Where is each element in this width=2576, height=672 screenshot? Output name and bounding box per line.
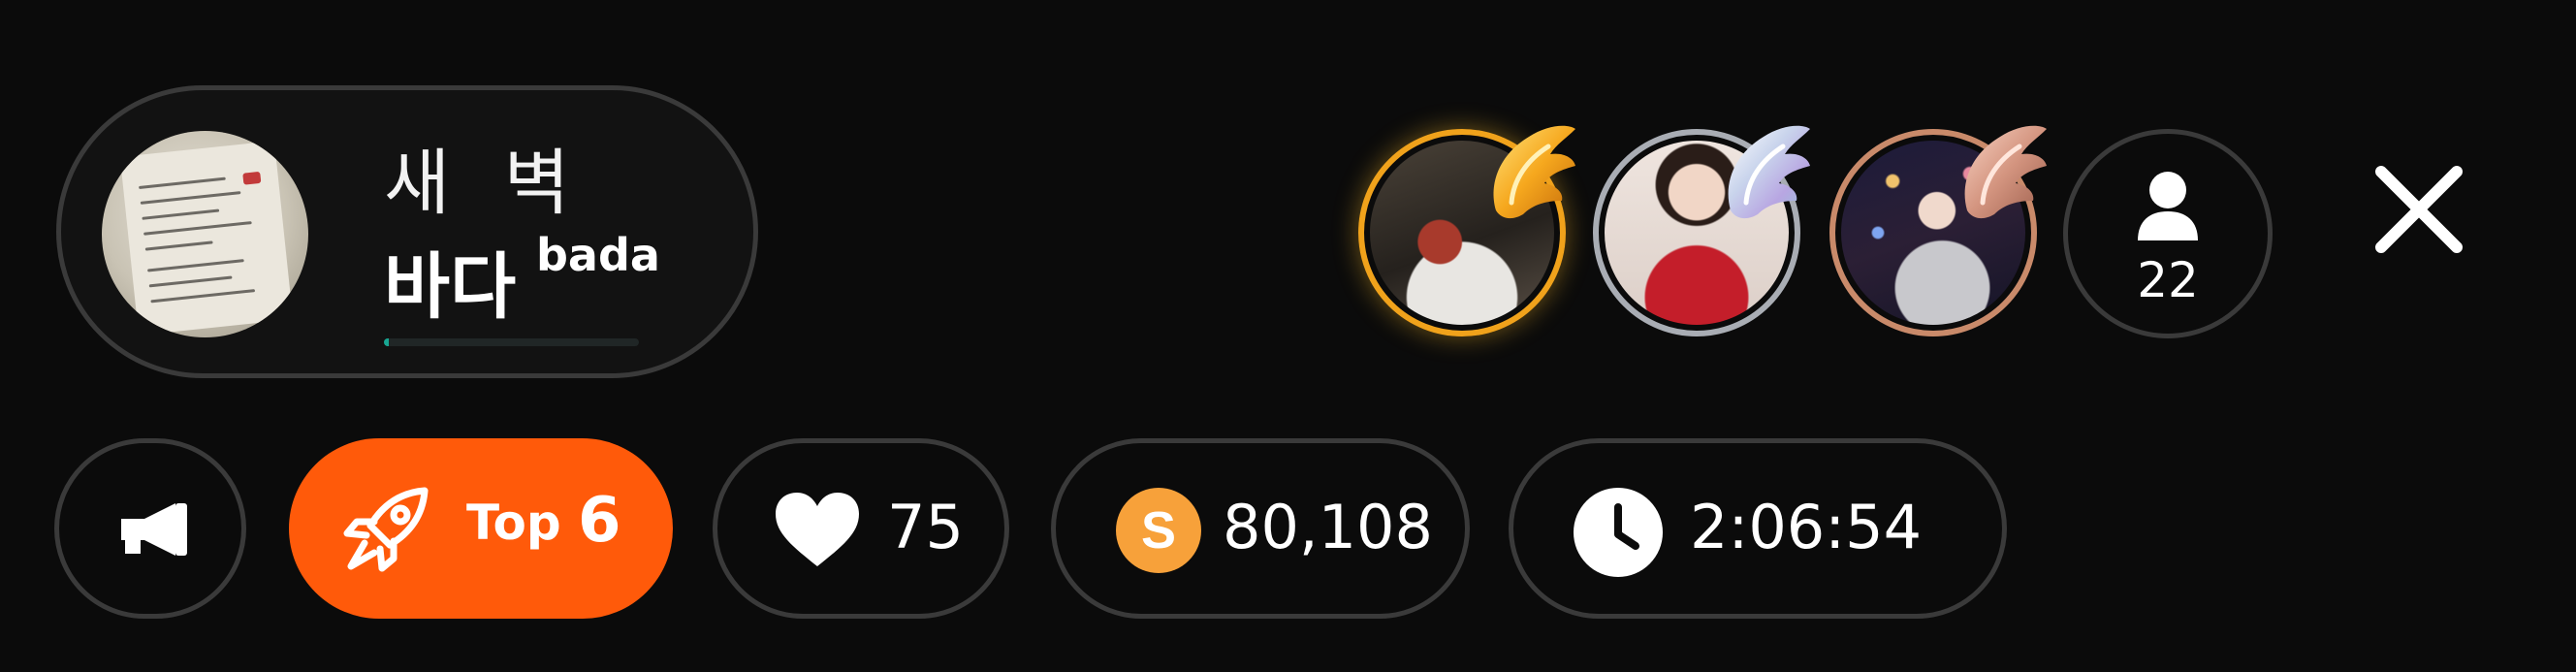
- rank-value: 6: [578, 485, 621, 557]
- likes-count: 75: [887, 492, 964, 562]
- bronze-wing-icon: [1964, 125, 2047, 219]
- person-icon: [2138, 172, 2198, 240]
- heart-icon: [776, 493, 859, 566]
- host-subtitle: 새 벽: [384, 142, 586, 225]
- close-icon[interactable]: [2368, 158, 2470, 261]
- top-fan-2-avatar[interactable]: [1593, 125, 1810, 336]
- gold-wing-icon: [1493, 125, 1575, 219]
- host-progress-fill: [384, 338, 390, 346]
- listener-count: 22: [2137, 252, 2199, 308]
- elapsed-time-value: 2:06:54: [1690, 492, 1923, 562]
- coin-letter: S: [1141, 501, 1176, 560]
- host-name: 바다: [384, 245, 517, 329]
- top-fan-3-avatar[interactable]: [1829, 125, 2047, 336]
- rank-label: Top: [466, 495, 561, 551]
- rocket-icon: [343, 487, 429, 572]
- spoon-counter[interactable]: S 80,108: [1051, 438, 1470, 619]
- host-thumbnail: [102, 131, 308, 337]
- host-handle: bada: [536, 229, 660, 281]
- listener-count-button[interactable]: 22: [2063, 129, 2273, 338]
- silver-wing-icon: [1728, 125, 1810, 219]
- spoon-coin-icon: S: [1116, 488, 1201, 573]
- spoon-count: 80,108: [1223, 492, 1433, 562]
- top-fan-1-avatar[interactable]: [1358, 125, 1575, 336]
- rank-badge-button[interactable]: Top 6: [289, 438, 673, 619]
- host-card[interactable]: 새 벽 바다 bada: [56, 85, 758, 378]
- megaphone-icon: [121, 503, 187, 556]
- clock-icon: [1574, 488, 1663, 577]
- host-progress-bar: [384, 338, 639, 346]
- notice-button[interactable]: [54, 438, 246, 619]
- elapsed-time[interactable]: 2:06:54: [1509, 438, 2007, 619]
- likes-counter[interactable]: 75: [713, 438, 1009, 619]
